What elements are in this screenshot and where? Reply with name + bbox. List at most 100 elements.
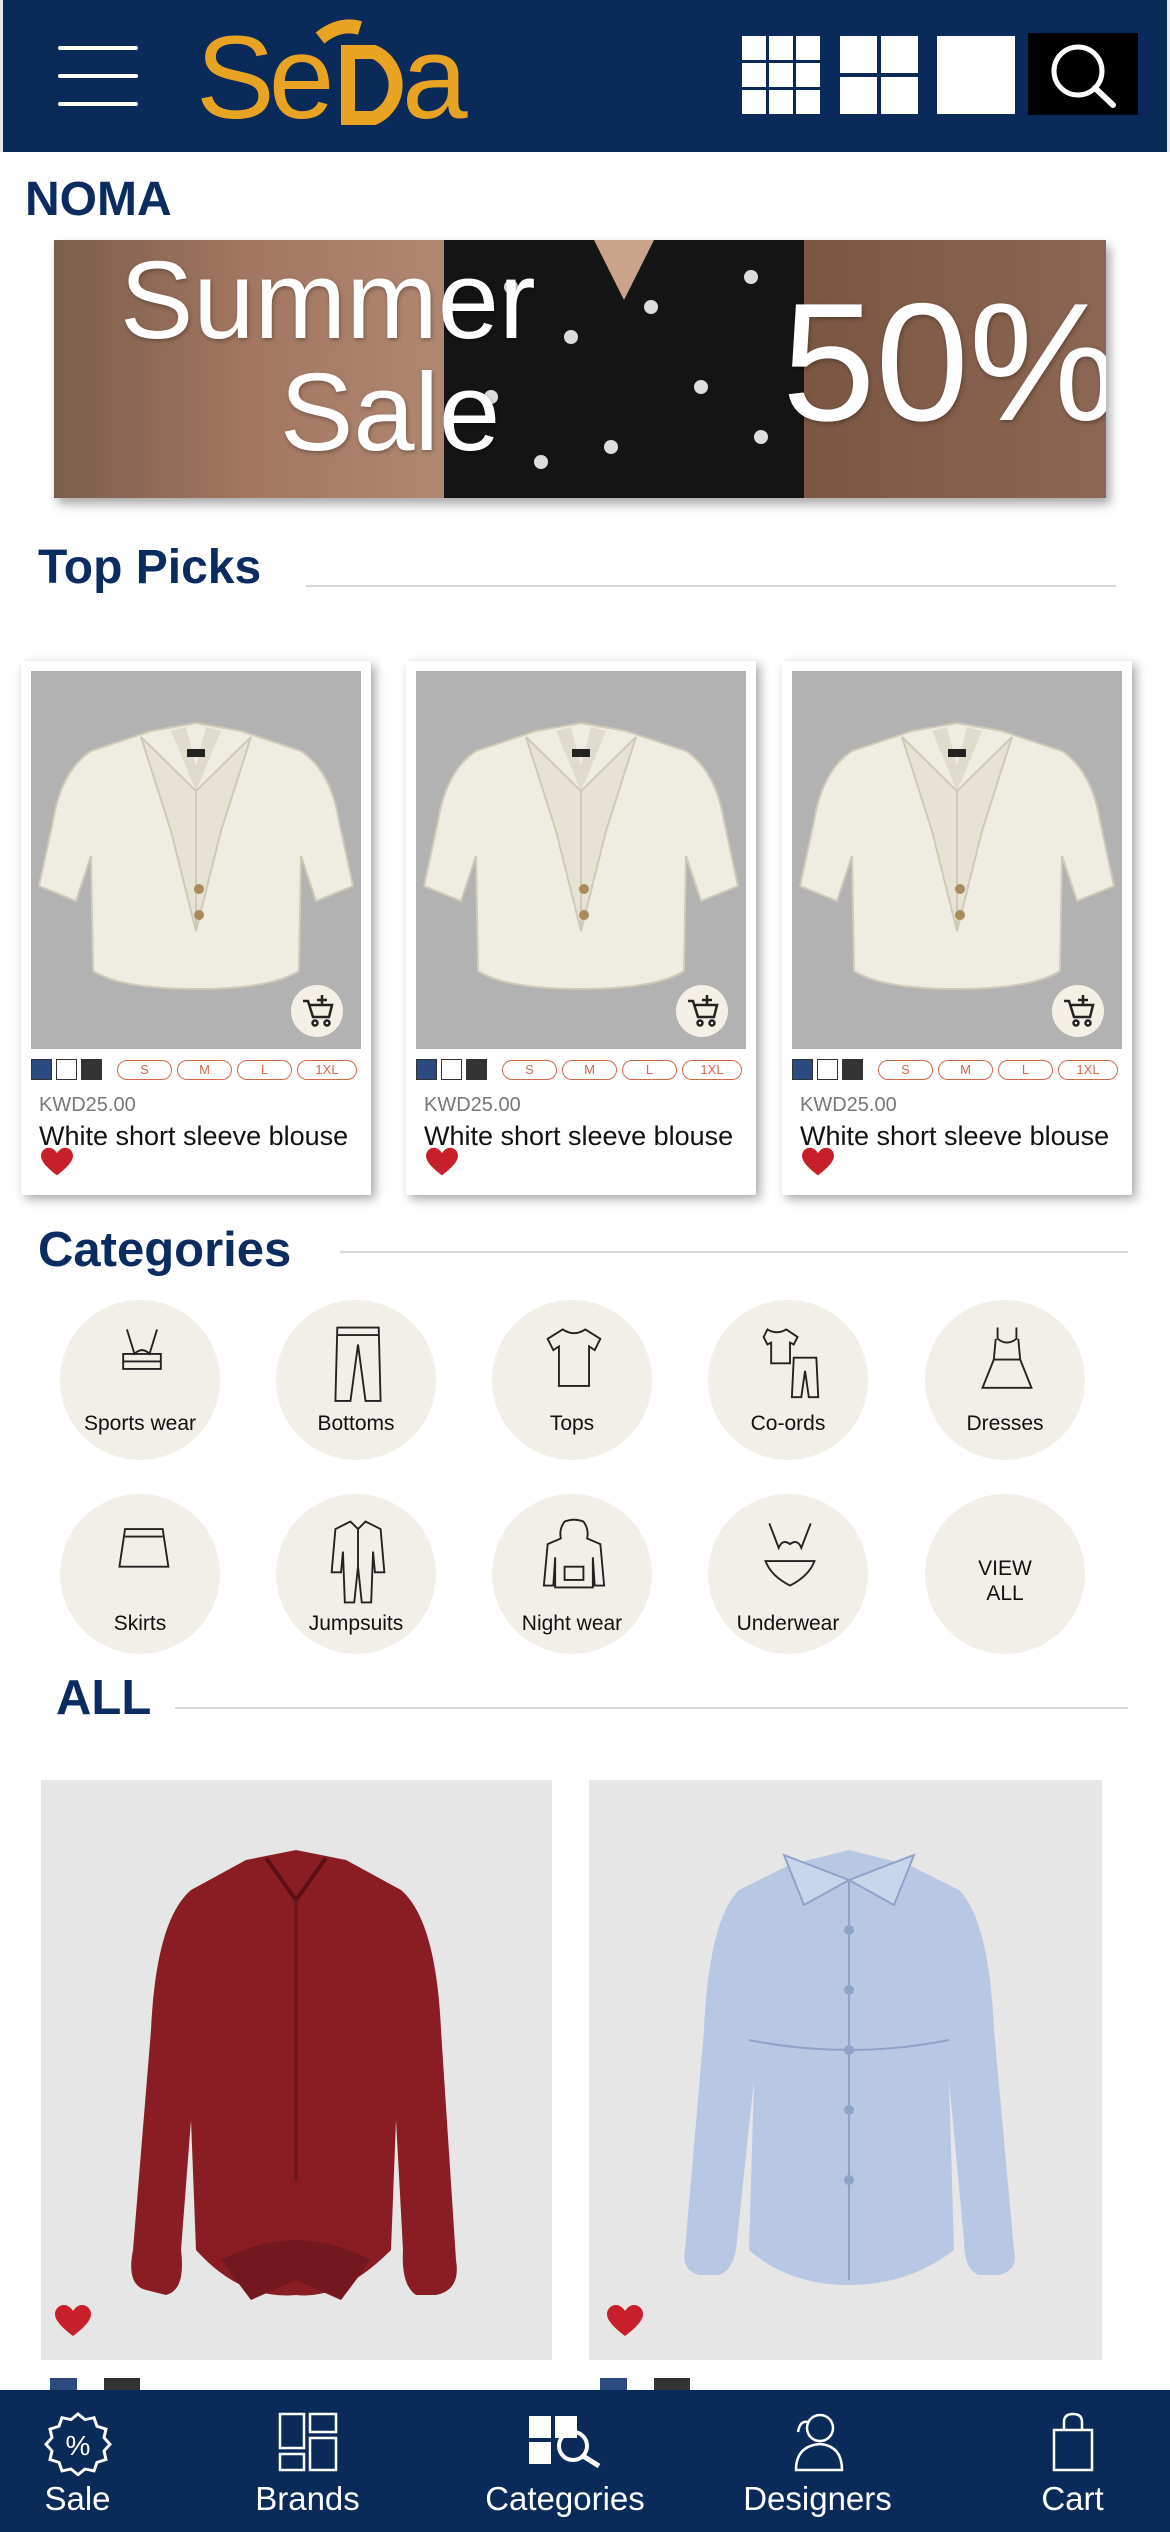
heart-icon[interactable]: [426, 1147, 458, 1177]
nav-brands[interactable]: Brands: [230, 2390, 385, 2532]
svg-text:%: %: [65, 2430, 90, 2461]
hoodie-icon: [542, 1518, 606, 1589]
add-to-cart-icon: [688, 995, 719, 1027]
color-swatch[interactable]: [56, 1059, 77, 1080]
divider: [175, 1707, 1128, 1709]
add-to-cart-button[interactable]: [676, 985, 728, 1037]
heart-icon[interactable]: [41, 1147, 73, 1177]
size-option[interactable]: S: [502, 1060, 557, 1080]
size-option[interactable]: L: [622, 1060, 677, 1080]
product-name: White short sleeve blouse: [424, 1121, 734, 1151]
svg-text:a: a: [402, 18, 468, 133]
color-swatch[interactable]: [31, 1059, 52, 1080]
size-option[interactable]: M: [562, 1060, 617, 1080]
size-option[interactable]: 1XL: [1058, 1060, 1118, 1080]
nav-categories[interactable]: Categories: [465, 2390, 665, 2532]
category-tops[interactable]: Tops: [492, 1300, 652, 1460]
color-swatch[interactable]: [441, 1059, 462, 1080]
category-label: Skirts: [113, 1612, 167, 1635]
tshirt-icon: [546, 1328, 602, 1387]
nav-cart[interactable]: Cart: [1015, 2390, 1130, 2532]
size-option[interactable]: 1XL: [297, 1060, 357, 1080]
category-label: Tops: [549, 1412, 595, 1435]
bikini-icon: [764, 1523, 816, 1587]
color-swatch[interactable]: [792, 1059, 813, 1080]
single-view-icon[interactable]: [937, 36, 1015, 114]
category-label: Underwear: [736, 1612, 840, 1635]
skirt-icon: [118, 1528, 170, 1568]
blue-shirt-image: [684, 1850, 1015, 2285]
heart-icon[interactable]: [55, 2305, 91, 2337]
category-jumpsuits[interactable]: Jumpsuits: [276, 1494, 436, 1654]
grid-3x3-view-icon[interactable]: [742, 36, 820, 114]
product-card[interactable]: S M L 1XL KWD25.00 White short sleeve blouse: [406, 661, 756, 1195]
summer-sale-banner[interactable]: Summer Sale 50%: [54, 240, 1106, 498]
divider: [306, 585, 1116, 587]
category-label: Bottoms: [317, 1412, 395, 1435]
size-option[interactable]: L: [998, 1060, 1053, 1080]
banner-line2: Sale: [280, 351, 501, 474]
nav-label: Sale: [44, 2480, 111, 2517]
nav-designers[interactable]: Designers: [725, 2390, 910, 2532]
category-label: Co-ords: [750, 1412, 826, 1435]
sale-badge-icon: %: [43, 2412, 112, 2476]
burgundy-blouse-image: [131, 1850, 457, 2300]
add-to-cart-icon: [1064, 995, 1095, 1027]
category-night-wear[interactable]: Night wear: [492, 1494, 652, 1654]
all-title: ALL: [56, 1671, 152, 1725]
hamburger-menu-icon[interactable]: [58, 46, 138, 106]
designers-icon: [794, 2413, 843, 2472]
category-label: Sports wear: [83, 1412, 197, 1435]
svg-text:Se: Se: [196, 18, 330, 133]
dress-icon: [981, 1327, 1033, 1389]
color-swatch[interactable]: [466, 1059, 487, 1080]
color-swatch[interactable]: [842, 1059, 863, 1080]
add-to-cart-button[interactable]: [1052, 985, 1104, 1037]
product-card[interactable]: S M L 1XL KWD25.00 White short sleeve blouse: [782, 661, 1132, 1195]
coords-icon: [762, 1328, 820, 1399]
view-all-label: VIEW ALL: [978, 1557, 1032, 1605]
heart-icon[interactable]: [607, 2305, 643, 2337]
seda-logo[interactable]: Se D a: [196, 18, 496, 133]
heart-icon[interactable]: [802, 1147, 834, 1177]
add-to-cart-button[interactable]: [291, 985, 343, 1037]
shopping-bag-icon: [1052, 2412, 1093, 2472]
color-swatch[interactable]: [817, 1059, 838, 1080]
category-bottoms[interactable]: Bottoms: [276, 1300, 436, 1460]
jumpsuit-icon: [330, 1520, 386, 1604]
size-option[interactable]: 1XL: [682, 1060, 742, 1080]
size-option[interactable]: S: [117, 1060, 172, 1080]
grid-2x2-view-icon[interactable]: [840, 36, 918, 114]
color-swatch[interactable]: [416, 1059, 437, 1080]
product-price: KWD25.00: [800, 1094, 897, 1116]
color-swatch[interactable]: [81, 1059, 102, 1080]
product-card-blue-shirt[interactable]: [589, 1780, 1102, 2360]
size-option[interactable]: S: [878, 1060, 933, 1080]
size-option[interactable]: M: [177, 1060, 232, 1080]
nav-sale[interactable]: % Sale: [0, 2390, 155, 2532]
category-dresses[interactable]: Dresses: [925, 1300, 1085, 1460]
banner-discount: 50%: [782, 268, 1106, 456]
size-option[interactable]: M: [938, 1060, 993, 1080]
product-card-burgundy-blouse[interactable]: [41, 1780, 552, 2360]
nav-label: Designers: [743, 2480, 892, 2517]
search-button[interactable]: [1028, 33, 1138, 115]
product-name: White short sleeve blouse: [800, 1121, 1110, 1151]
product-card[interactable]: S M L 1XL KWD25.00 White short sleeve blouse: [21, 661, 371, 1195]
banner-line1: Summer: [120, 240, 536, 362]
product-price: KWD25.00: [39, 1094, 136, 1116]
category-underwear[interactable]: Underwear: [708, 1494, 868, 1654]
product-image: [416, 671, 746, 1049]
category-skirts[interactable]: Skirts: [60, 1494, 220, 1654]
sports-bra-icon: [122, 1329, 162, 1370]
brands-grid-icon: [278, 2412, 337, 2472]
category-sports-wear[interactable]: Sports wear: [60, 1300, 220, 1460]
nav-label: Cart: [1041, 2480, 1104, 2517]
category-label: Dresses: [966, 1412, 1044, 1435]
size-option[interactable]: L: [237, 1060, 292, 1080]
category-view-all[interactable]: VIEW ALL: [925, 1494, 1085, 1654]
pants-icon: [334, 1326, 382, 1402]
category-co-ords[interactable]: Co-ords: [708, 1300, 868, 1460]
divider: [340, 1251, 1128, 1253]
product-image: [31, 671, 361, 1049]
